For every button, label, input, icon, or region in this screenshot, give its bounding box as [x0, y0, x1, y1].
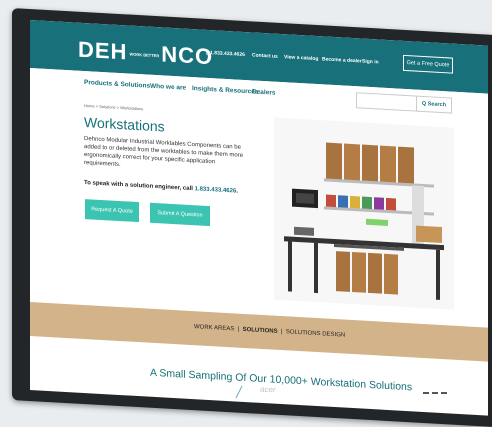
catalog-link[interactable]: View a catalog [284, 54, 318, 62]
workstation-product-image [274, 117, 454, 310]
stylus-icon [235, 385, 243, 399]
monitor-buttons[interactable] [423, 392, 453, 395]
link-work-areas[interactable]: WORK AREAS [194, 324, 234, 332]
nav-insights[interactable]: Insights & Resources [192, 85, 258, 96]
dealer-link[interactable]: Become a dealer [322, 56, 362, 64]
divider: | [279, 328, 285, 336]
get-quote-button[interactable]: Get a Free Quote [403, 54, 453, 74]
category-strip: WORK AREAS | SOLUTIONS | SOLUTIONS DESIG… [30, 302, 488, 362]
monitor: DEH WORK BETTERNCO ▯ 1.833.433.4626 Conta… [0, 0, 492, 427]
page-title: Workstations [84, 114, 165, 135]
search-input[interactable] [356, 92, 420, 112]
search-button[interactable]: Q Search [416, 95, 452, 114]
nav-products[interactable]: Products & Solutions [84, 79, 150, 90]
webpage-screen: DEH WORK BETTERNCO ▯ 1.833.433.4626 Conta… [30, 20, 488, 416]
divider: | [236, 326, 241, 333]
site-logo[interactable]: DEH WORK BETTERNCO [78, 37, 213, 71]
breadcrumb[interactable]: Home > Solutions > Workstations [84, 103, 143, 111]
monitor-brand-logo: acer [260, 384, 276, 395]
link-solutions[interactable]: SOLUTIONS [243, 327, 278, 335]
request-quote-button[interactable]: Request A Quote [85, 199, 139, 223]
contact-link[interactable]: Contact us [252, 52, 278, 59]
engineer-callout: To speak with a solution engineer, call … [84, 180, 238, 195]
nav-who-we-are[interactable]: Who we are [150, 83, 186, 92]
callout-phone-link[interactable]: 1.833.433.4626 [195, 186, 237, 194]
submit-question-button[interactable]: Submit A Question [150, 202, 210, 227]
signin-link[interactable]: Sign in [362, 59, 379, 66]
section-heading: A Small Sampling Of Our 10,000+ Workstat… [150, 366, 413, 394]
nav-dealers[interactable]: Dealers [252, 88, 276, 96]
category-links: WORK AREAS | SOLUTIONS | SOLUTIONS DESIG… [194, 324, 345, 338]
page-description: Dehnco Modular Industrial Worktables Com… [84, 136, 244, 169]
link-solutions-design[interactable]: SOLUTIONS DESIGN [286, 329, 345, 338]
